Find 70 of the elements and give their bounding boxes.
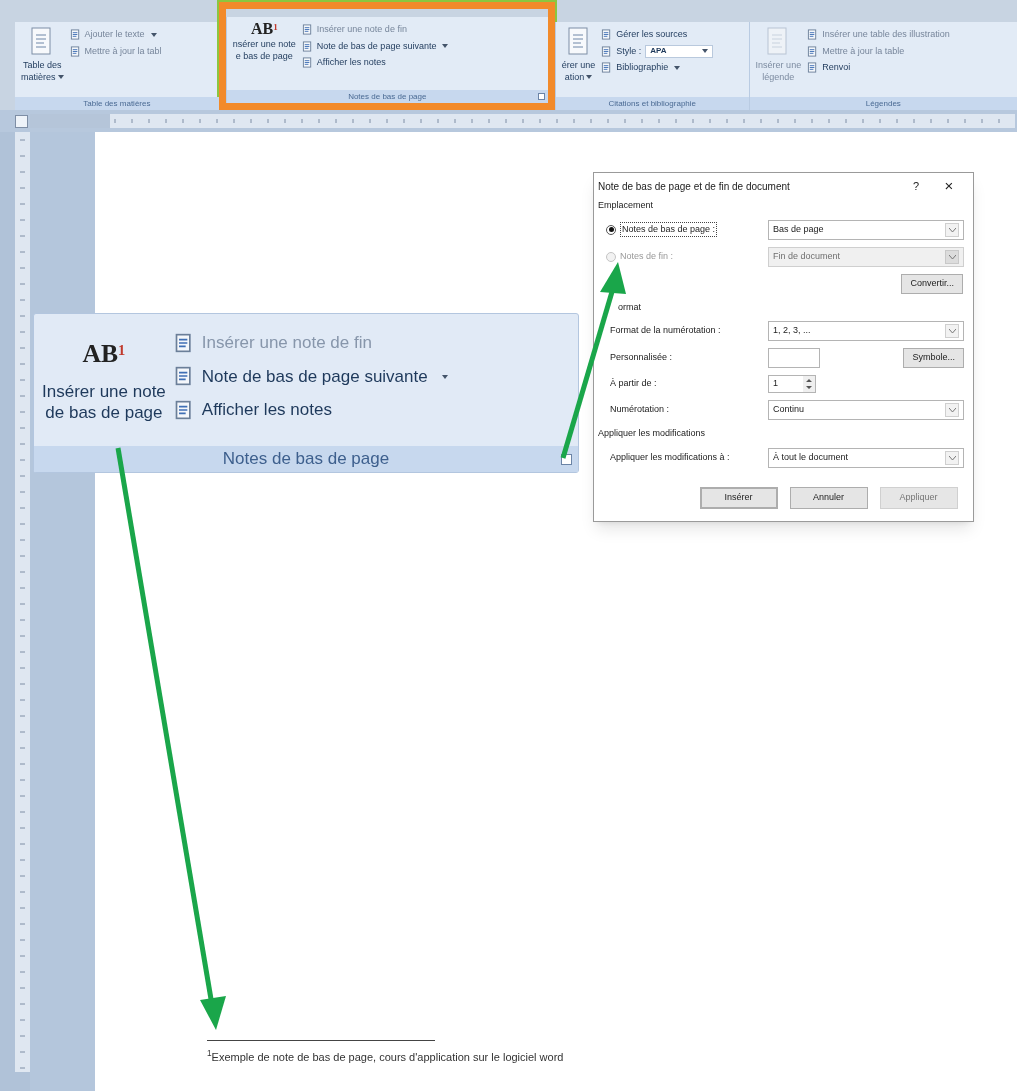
section-title: ormat bbox=[617, 300, 642, 314]
field-label: Appliquer les modifications à : bbox=[609, 450, 731, 464]
document-icon bbox=[173, 399, 194, 420]
dialog-launcher-icon[interactable] bbox=[537, 93, 545, 100]
document-icon bbox=[601, 45, 613, 57]
ribbon-item[interactable]: Gérer les sources bbox=[601, 28, 688, 42]
document-icon bbox=[173, 366, 194, 387]
section-title: Appliquer les modifications bbox=[598, 427, 707, 440]
large-ribbon-button[interactable]: érer une ation bbox=[559, 26, 598, 97]
document-icon bbox=[807, 62, 819, 74]
spinner-arrows-icon bbox=[803, 376, 815, 392]
group-label: Citations et bibliographie bbox=[608, 97, 696, 110]
caret-icon bbox=[674, 65, 681, 70]
ribbon-item[interactable]: Note de bas de page suivante bbox=[173, 363, 448, 389]
document-icon bbox=[301, 40, 313, 52]
location-select[interactable]: Bas de page bbox=[768, 219, 964, 240]
section-title: Emplacement bbox=[598, 199, 655, 212]
close-button[interactable]: × bbox=[929, 174, 969, 198]
dialog-button[interactable]: Annuler bbox=[789, 486, 868, 509]
radio-button[interactable] bbox=[606, 224, 616, 235]
document-icon bbox=[601, 62, 613, 74]
field-label: Format de la numérotation : bbox=[609, 324, 722, 338]
tab-selector-icon[interactable] bbox=[15, 114, 28, 128]
format-select[interactable]: 1, 2, 3, ... bbox=[768, 321, 964, 341]
dialog-button[interactable]: Insérer bbox=[699, 486, 778, 509]
caret-icon bbox=[442, 44, 449, 49]
convert-button[interactable]: Convertir... bbox=[901, 273, 963, 294]
dialog-title: Note de bas de page et de fin de document bbox=[598, 179, 791, 194]
custom-mark-field[interactable] bbox=[768, 348, 820, 368]
style-select[interactable]: APA bbox=[645, 44, 714, 58]
apply-select[interactable]: À tout le document bbox=[768, 447, 964, 468]
field-label: À partir de : bbox=[609, 377, 658, 391]
document-icon bbox=[173, 332, 194, 353]
document-icon bbox=[807, 29, 819, 41]
footnote-icon: AB$^{1}$ bbox=[82, 340, 126, 367]
help-button[interactable]: ? bbox=[903, 177, 929, 195]
caret-icon bbox=[150, 32, 157, 37]
field-label: Personnalisée : bbox=[609, 351, 674, 365]
insert-footnote-button[interactable]: AB$^{1}$ Insérer une note de bas de page bbox=[42, 326, 166, 446]
symbol-button[interactable]: Symbole... bbox=[903, 348, 964, 368]
ribbon-item[interactable]: Afficher les notes bbox=[301, 56, 386, 70]
group-label: Notes de bas de page bbox=[222, 448, 390, 471]
dialog-launcher-icon[interactable] bbox=[561, 454, 572, 465]
document-icon bbox=[601, 29, 613, 41]
footnote-text: $^{1}$Exemple de note de bas de page, cours d'application sur le logiciel word bbox=[207, 1048, 565, 1065]
group-label: Légendes bbox=[865, 97, 901, 110]
caret-icon bbox=[57, 75, 64, 79]
document-icon bbox=[807, 45, 819, 57]
start-at-spinner[interactable]: 1 bbox=[768, 375, 816, 393]
ribbon-item[interactable]: Afficher les notes bbox=[173, 397, 448, 423]
ribbon-item[interactable]: Style : bbox=[601, 44, 642, 58]
large-ribbon-button[interactable]: AB$^{1}$ nsérer une note e bas de page bbox=[230, 21, 298, 90]
group-label: Table des matières bbox=[83, 97, 151, 110]
document-icon bbox=[301, 57, 313, 69]
document-icon bbox=[69, 29, 81, 41]
field-label: Numérotation : bbox=[609, 403, 671, 417]
ribbon-item[interactable]: Renvoi bbox=[807, 61, 851, 75]
large-ribbon-button[interactable]: Table des matières bbox=[19, 26, 66, 97]
document-icon bbox=[69, 45, 81, 57]
format-select[interactable]: Continu bbox=[768, 400, 964, 420]
caret-icon bbox=[441, 375, 448, 379]
footnote-icon: AB$^{1}$ bbox=[250, 21, 278, 37]
caret-icon bbox=[586, 75, 593, 79]
radio-label: Notes de bas de page : bbox=[620, 221, 718, 238]
ribbon-item[interactable]: Bibliographie bbox=[601, 61, 681, 75]
document-icon bbox=[301, 24, 313, 36]
group-label: Notes de bas de page bbox=[348, 90, 427, 103]
radio-label: Notes de fin : bbox=[620, 249, 674, 263]
caret-icon bbox=[702, 49, 709, 54]
ribbon-item[interactable]: Note de bas de page suivante bbox=[301, 39, 449, 53]
